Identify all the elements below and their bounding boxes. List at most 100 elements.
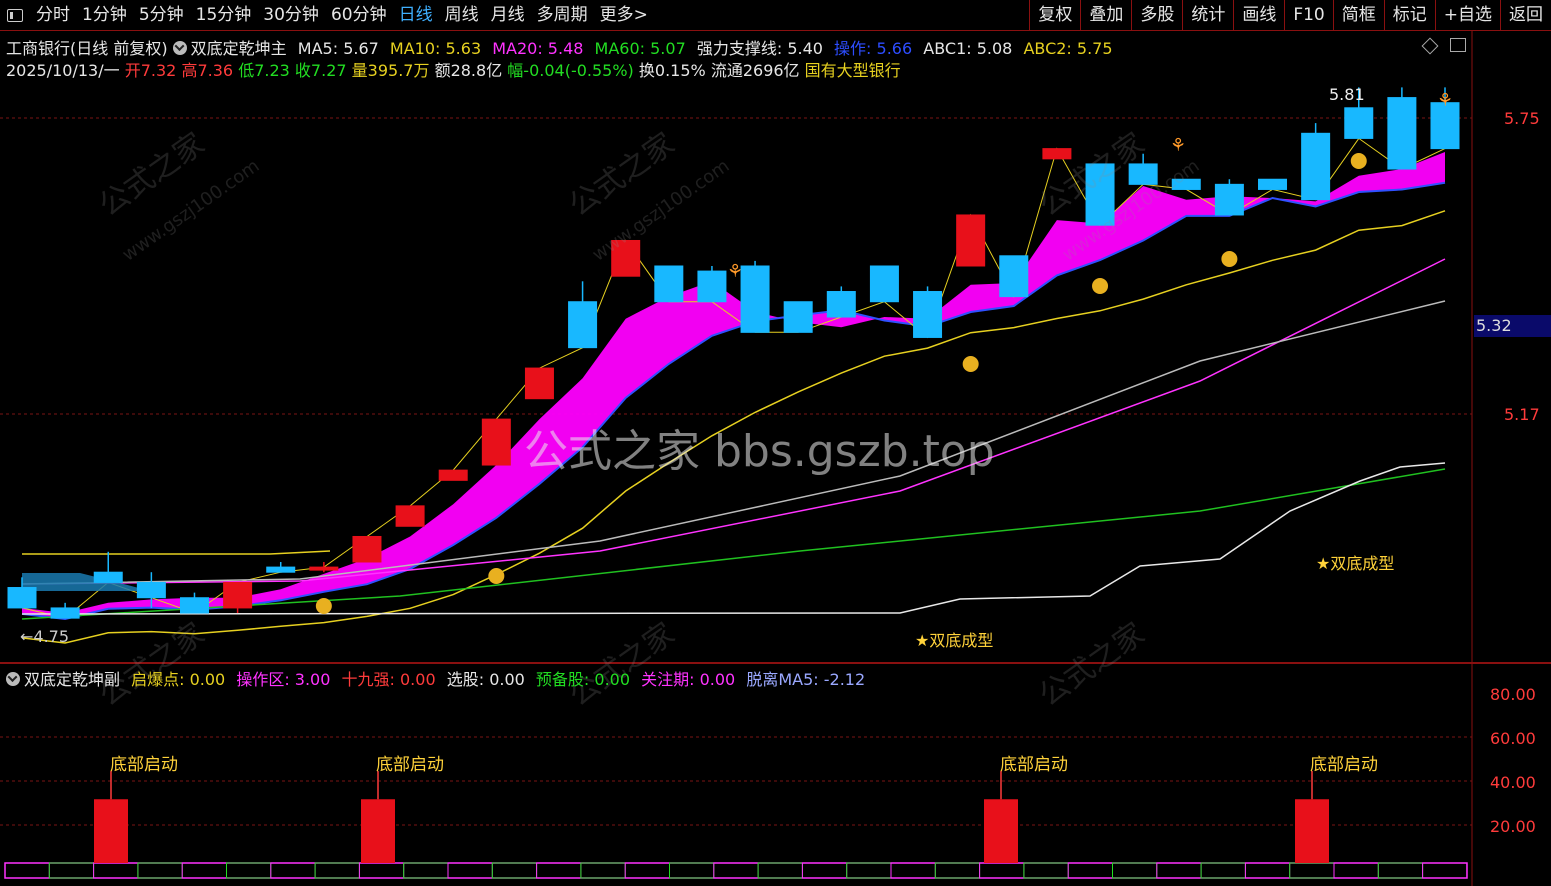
person-icon: ⚘ — [1170, 135, 1186, 156]
tuoli-value: 脱离MA5: -2.12 — [746, 670, 866, 689]
toolbar-right-buttons: 复权 叠加 多股 统计 画线 F10 简框 标记 +自选 返回 — [1029, 0, 1551, 30]
toolbar-button[interactable]: 简框 — [1332, 0, 1384, 30]
signal-label: 底部启动 — [376, 755, 444, 775]
toolbar-button[interactable]: +自选 — [1434, 0, 1500, 30]
period-tabs: 分时 1分钟 5分钟 15分钟 30分钟 60分钟 日线 周线 月线 多周期 更多> — [30, 0, 654, 30]
xuangu-value: 选股: 0.00 — [446, 670, 525, 689]
sub-cell — [403, 862, 449, 879]
sub-axis-label: 40.00 — [1490, 773, 1536, 792]
candle-body — [1042, 148, 1072, 160]
signal-bar — [361, 799, 395, 863]
toolbar-button[interactable]: F10 — [1284, 0, 1332, 30]
period-tab[interactable]: 30分钟 — [257, 0, 325, 30]
candle-body — [524, 367, 554, 400]
current-price-tag: 5.32 — [1474, 315, 1551, 337]
period-tab[interactable]: 15分钟 — [190, 0, 258, 30]
candle-body — [481, 418, 511, 466]
candle-body — [1387, 97, 1417, 170]
sub-cell — [93, 862, 139, 879]
sub-cell — [4, 862, 50, 879]
candle-body — [352, 535, 382, 563]
toolbar-button[interactable]: 复权 — [1029, 0, 1080, 30]
sub-cell — [669, 862, 715, 879]
sub-cell — [314, 862, 360, 879]
person-icon: ⚘ — [1437, 90, 1453, 111]
sub-cell — [1067, 862, 1113, 879]
sub-cell — [1377, 862, 1424, 879]
signal-label: 底部启动 — [1000, 755, 1068, 775]
candle-body — [783, 301, 813, 333]
sub-cell — [890, 862, 936, 879]
sub-cell — [934, 862, 981, 879]
candle-body — [1214, 183, 1244, 216]
toolbar-button[interactable]: 统计 — [1182, 0, 1233, 30]
signal-label: 底部启动 — [1310, 755, 1378, 775]
candle-body — [999, 255, 1029, 298]
sub-cell — [1112, 862, 1158, 879]
signal-bar — [984, 799, 1018, 863]
period-tab[interactable]: 多周期 — [531, 0, 594, 30]
period-tab[interactable]: 1分钟 — [76, 0, 133, 30]
sub-cell — [801, 862, 848, 879]
candle-body — [869, 265, 899, 303]
money-bag-icon — [1350, 153, 1367, 169]
sub-cell — [1422, 862, 1468, 879]
sub-cell — [1156, 862, 1202, 879]
caozuo-value: 操作区: 3.00 — [236, 670, 331, 689]
period-tab[interactable]: 月线 — [485, 0, 531, 30]
sub-indicator-dropdown-icon[interactable] — [6, 672, 20, 686]
candle-body — [223, 581, 253, 609]
signal-label: 底部启动 — [110, 755, 178, 775]
sub-cell — [1333, 862, 1379, 879]
sub-cell — [1244, 862, 1291, 879]
support-line — [22, 550, 331, 555]
period-tab[interactable]: 分时 — [30, 0, 76, 30]
sub-indicator-name[interactable]: 双底定乾坤副 — [24, 670, 120, 689]
money-bag-icon — [315, 598, 332, 614]
period-tab[interactable]: 5分钟 — [133, 0, 190, 30]
period-tab[interactable]: 更多> — [594, 0, 654, 30]
toolbar-button[interactable]: 叠加 — [1080, 0, 1131, 30]
candle-body — [136, 581, 166, 599]
sub-cell — [536, 862, 582, 879]
high-marker: 5.81 — [1329, 85, 1365, 104]
sub-cell — [624, 862, 671, 879]
toolbar-button[interactable]: 多股 — [1131, 0, 1182, 30]
sub-cell — [48, 862, 95, 879]
candle-body — [93, 571, 123, 583]
price-axis-label: 5.75 — [1504, 109, 1540, 128]
period-tab[interactable]: 周线 — [439, 0, 485, 30]
signal-bar — [1295, 799, 1329, 863]
toolbar-button[interactable]: 返回 — [1500, 0, 1551, 30]
guanzhu-value: 关注期: 0.00 — [641, 670, 736, 689]
candle-body — [309, 566, 339, 571]
money-bag-icon — [1221, 251, 1238, 267]
money-bag-icon — [1092, 278, 1109, 294]
sub-cell — [713, 862, 759, 879]
candle-body — [568, 301, 598, 349]
candle-body — [1301, 132, 1331, 201]
sub-axis-label: 20.00 — [1490, 817, 1536, 836]
period-tab[interactable]: 60分钟 — [325, 0, 393, 30]
sub-axis-label: 80.00 — [1490, 685, 1536, 704]
candle-body — [913, 291, 943, 338]
low-marker: ←4.75 — [20, 627, 70, 646]
candle-body — [438, 469, 468, 481]
sub-cell — [358, 862, 405, 879]
sub-cell — [447, 862, 493, 879]
toolbar-button[interactable]: 画线 — [1233, 0, 1284, 30]
sub-cell — [270, 862, 316, 879]
money-bag-icon — [488, 568, 505, 584]
sub-indicator-header: 双底定乾坤副 启爆点: 0.00 操作区: 3.00 十九强: 0.00 选股:… — [6, 666, 865, 690]
price-axis-label: 5.17 — [1504, 405, 1540, 424]
shijiu-value: 十九强: 0.00 — [341, 670, 436, 689]
sub-cell — [491, 862, 538, 879]
period-tab[interactable]: 日线 — [393, 0, 439, 30]
panel-toggle-icon[interactable] — [0, 0, 30, 30]
money-bag-icon — [962, 356, 979, 372]
sub-baseline — [4, 862, 1468, 879]
toolbar-button[interactable]: 标记 — [1383, 0, 1435, 30]
watermark-text: 公式之家 bbs.gszb.top — [524, 426, 995, 477]
sub-cell — [979, 862, 1025, 879]
signal-bar — [94, 799, 128, 863]
